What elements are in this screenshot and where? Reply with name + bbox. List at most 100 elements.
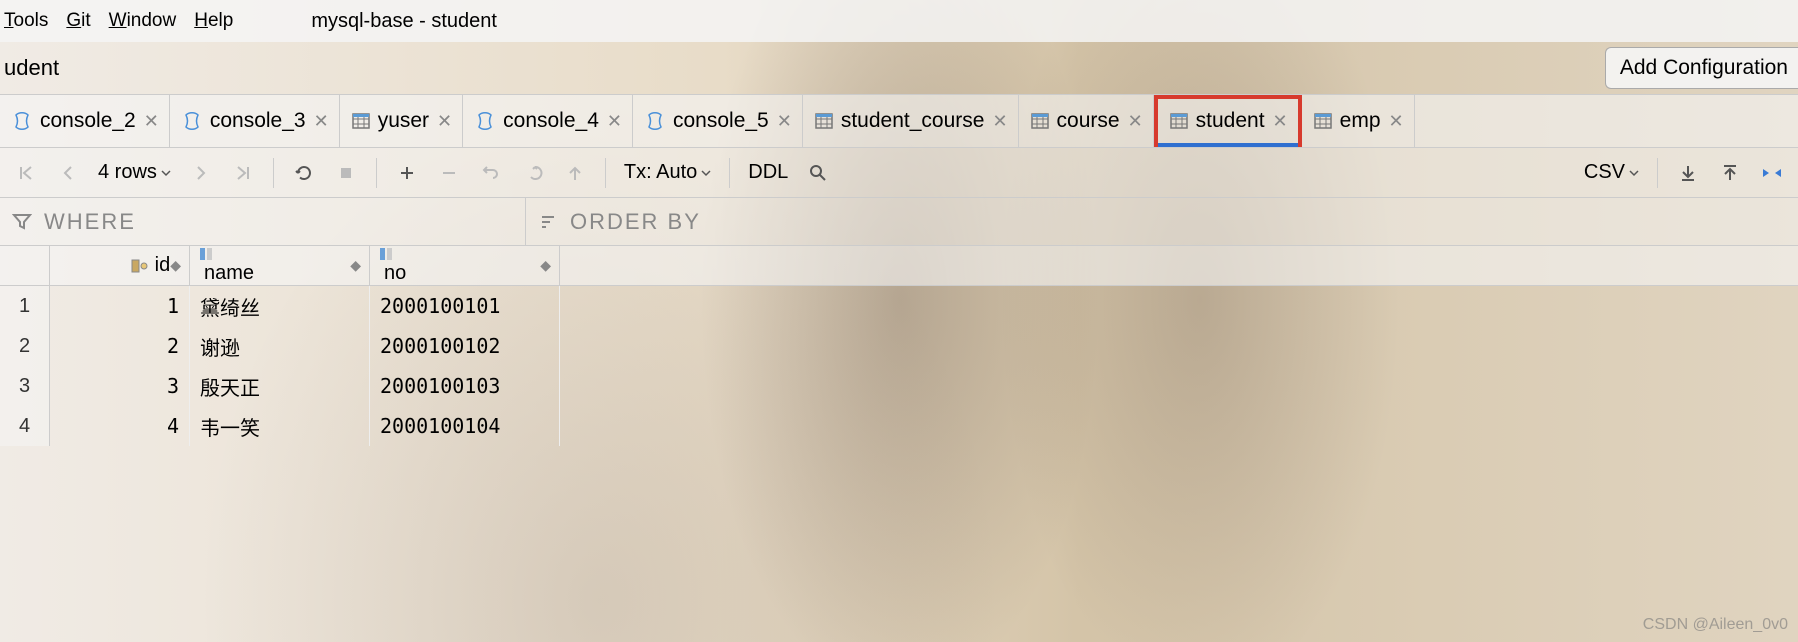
add-row-button[interactable] — [389, 155, 425, 191]
column-header-no[interactable]: no ◆ — [370, 246, 560, 285]
sort-icon: ◆ — [170, 257, 181, 274]
editor-tabs: console_2✕console_3✕yuser✕console_4✕cons… — [0, 94, 1798, 148]
close-icon[interactable]: ✕ — [144, 111, 159, 132]
cell-no[interactable]: 2000100104 — [370, 406, 560, 446]
cell-no[interactable]: 2000100102 — [370, 326, 560, 366]
cell-no[interactable]: 2000100103 — [370, 366, 560, 406]
row-number: 4 — [0, 406, 50, 446]
filter-icon — [12, 212, 32, 232]
next-page-button[interactable] — [183, 155, 219, 191]
tab-console-4[interactable]: console_4 ✕ — [463, 95, 633, 147]
tab-label: student — [1196, 109, 1265, 133]
data-grid: id ◆ name ◆ no ◆ 11黛绮丝200010010122谢逊2000… — [0, 246, 1798, 446]
tab-course[interactable]: course ✕ — [1019, 95, 1154, 147]
search-button[interactable] — [800, 155, 836, 191]
export-button[interactable] — [1670, 155, 1706, 191]
row-number: 2 — [0, 326, 50, 366]
cell-id[interactable]: 1 — [50, 286, 190, 326]
menu-window[interactable]: Window — [109, 10, 177, 32]
where-filter[interactable]: WHERE — [0, 198, 526, 245]
tab-label: console_3 — [210, 109, 306, 133]
window-title: mysql-base - student — [311, 10, 497, 33]
tab-console-5[interactable]: console_5 ✕ — [633, 95, 803, 147]
table-row[interactable]: 33殷天正2000100103 — [0, 366, 1798, 406]
cell-no[interactable]: 2000100101 — [370, 286, 560, 326]
stop-button[interactable] — [328, 155, 364, 191]
remove-row-button[interactable] — [431, 155, 467, 191]
submit-button[interactable] — [557, 155, 593, 191]
reload-button[interactable] — [286, 155, 322, 191]
cell-id[interactable]: 2 — [50, 326, 190, 366]
table-row[interactable]: 22谢逊2000100102 — [0, 326, 1798, 366]
table-icon — [815, 112, 833, 130]
tx-mode-dropdown[interactable]: Tx: Auto — [618, 161, 717, 184]
breadcrumb-bar: udent Add Configuration — [0, 42, 1798, 94]
import-button[interactable] — [1712, 155, 1748, 191]
tab-label: console_4 — [503, 109, 599, 133]
sql-console-icon — [645, 111, 665, 131]
sort-icon — [538, 212, 558, 232]
tab-yuser[interactable]: yuser ✕ — [340, 95, 463, 147]
clone-row-button[interactable] — [515, 155, 551, 191]
last-page-button[interactable] — [225, 155, 261, 191]
sql-console-icon — [12, 111, 32, 131]
sort-icon: ◆ — [540, 257, 551, 274]
tab-label: console_2 — [40, 109, 136, 133]
column-icon — [198, 246, 254, 262]
column-icon — [378, 246, 406, 262]
revert-button[interactable] — [473, 155, 509, 191]
add-configuration-button[interactable]: Add Configuration — [1605, 47, 1798, 89]
tab-label: student_course — [841, 109, 985, 133]
close-icon[interactable]: ✕ — [607, 111, 622, 132]
tab-student[interactable]: student ✕ — [1154, 95, 1302, 147]
close-icon[interactable]: ✕ — [314, 111, 329, 132]
sql-console-icon — [475, 111, 495, 131]
cell-id[interactable]: 3 — [50, 366, 190, 406]
sort-icon: ◆ — [350, 257, 361, 274]
tab-label: course — [1057, 109, 1120, 133]
orderby-filter[interactable]: ORDER BY — [526, 198, 713, 245]
close-icon[interactable]: ✕ — [1389, 111, 1404, 132]
table-row[interactable]: 44韦一笑2000100104 — [0, 406, 1798, 446]
tab-console-2[interactable]: console_2 ✕ — [0, 95, 170, 147]
prev-page-button[interactable] — [50, 155, 86, 191]
row-number: 3 — [0, 366, 50, 406]
close-icon[interactable]: ✕ — [1273, 111, 1288, 132]
close-icon[interactable]: ✕ — [777, 111, 792, 132]
table-icon — [1170, 112, 1188, 130]
table-icon — [1031, 112, 1049, 130]
tab-student-course[interactable]: student_course ✕ — [803, 95, 1019, 147]
pk-icon — [131, 257, 149, 275]
cell-id[interactable]: 4 — [50, 406, 190, 446]
ddl-button[interactable]: DDL — [742, 161, 794, 184]
tab-label: emp — [1340, 109, 1381, 133]
tab-emp[interactable]: emp ✕ — [1302, 95, 1415, 147]
sql-console-icon — [182, 111, 202, 131]
tab-label: yuser — [378, 109, 429, 133]
watermark: CSDN @Aileen_0v0 — [1643, 616, 1788, 634]
column-header-name[interactable]: name ◆ — [190, 246, 370, 285]
menu-help[interactable]: Help — [194, 10, 233, 32]
close-icon[interactable]: ✕ — [1128, 111, 1143, 132]
rows-count-dropdown[interactable]: 4 rows — [92, 161, 177, 184]
close-icon[interactable]: ✕ — [437, 111, 452, 132]
cell-name[interactable]: 黛绮丝 — [190, 286, 370, 326]
toolbar: 4 rows Tx: Auto DDL CSV — [0, 148, 1798, 198]
breadcrumb[interactable]: udent — [4, 55, 59, 81]
sync-button[interactable] — [1754, 155, 1790, 191]
tab-console-3[interactable]: console_3 ✕ — [170, 95, 340, 147]
cell-name[interactable]: 谢逊 — [190, 326, 370, 366]
export-format-dropdown[interactable]: CSV — [1578, 161, 1645, 184]
cell-name[interactable]: 韦一笑 — [190, 406, 370, 446]
grid-header: id ◆ name ◆ no ◆ — [0, 246, 1798, 286]
row-number: 1 — [0, 286, 50, 326]
close-icon[interactable]: ✕ — [992, 111, 1007, 132]
table-row[interactable]: 11黛绮丝2000100101 — [0, 286, 1798, 326]
menu-git[interactable]: Git — [66, 10, 90, 32]
first-page-button[interactable] — [8, 155, 44, 191]
table-icon — [1314, 112, 1332, 130]
column-header-id[interactable]: id ◆ — [50, 246, 190, 285]
tab-label: console_5 — [673, 109, 769, 133]
cell-name[interactable]: 殷天正 — [190, 366, 370, 406]
menu-tools[interactable]: Tools — [4, 10, 48, 32]
